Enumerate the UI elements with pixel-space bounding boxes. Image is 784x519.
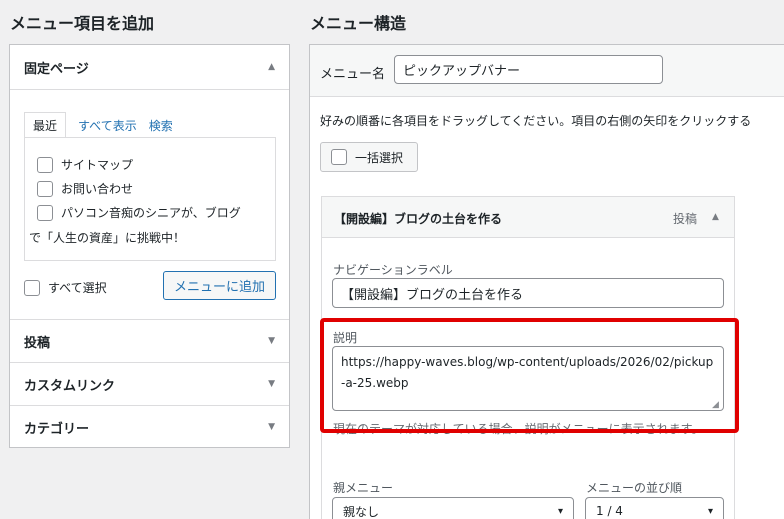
divider bbox=[10, 89, 289, 90]
expand-arrow-icon[interactable]: ▼ bbox=[268, 379, 275, 389]
menu-item-type: 投稿 bbox=[673, 212, 698, 226]
section-categories-title: カテゴリー bbox=[24, 421, 90, 437]
select-all-checkbox[interactable] bbox=[24, 279, 40, 296]
checkbox[interactable] bbox=[37, 204, 53, 221]
menu-structure-panel: メニュー名 ピックアップバナー 好みの順番に各項目をドラッグしてください。項目の… bbox=[309, 44, 784, 519]
list-item-continuation: で「人生の資産」に挑戦中！ bbox=[29, 231, 186, 245]
menu-order-caption: メニューの並び順 bbox=[586, 481, 683, 495]
instructions-text: 好みの順番に各項目をドラッグしてください。項目の右側の矢印をクリックする bbox=[320, 114, 752, 128]
tab-view-all[interactable]: すべて表示 bbox=[78, 117, 137, 138]
add-menu-items-heading: メニュー項目を追加 bbox=[10, 14, 155, 33]
list-item-label: お問い合わせ bbox=[61, 182, 134, 196]
menu-order-value: 1 / 4 bbox=[596, 504, 623, 518]
menu-name-input[interactable]: ピックアップバナー bbox=[394, 55, 663, 84]
menu-item-title: 【開設編】ブログの土台を作る bbox=[334, 212, 503, 226]
tab-search[interactable]: 検索 bbox=[149, 117, 173, 138]
menu-item-header[interactable]: 【開設編】ブログの土台を作る 投稿 ▲ bbox=[322, 197, 734, 238]
nav-label-caption: ナビゲーションラベル bbox=[333, 263, 453, 277]
add-to-menu-button[interactable]: メニューに追加 bbox=[163, 271, 276, 300]
bulk-select-button[interactable]: 一括選択 bbox=[320, 142, 418, 172]
expand-arrow-icon[interactable]: ▼ bbox=[268, 336, 275, 346]
tab-recent[interactable]: 最近 bbox=[24, 112, 67, 138]
list-item[interactable]: サイトマップ bbox=[37, 156, 133, 173]
list-item[interactable]: パソコン音痴のシニアが、ブログ bbox=[37, 204, 241, 221]
collapse-arrow-icon[interactable]: ▲ bbox=[712, 212, 719, 222]
parent-menu-value: 親なし bbox=[343, 504, 380, 519]
select-all-label: すべて選択 bbox=[48, 281, 107, 295]
fixed-pages-tabs: 最近 すべて表示 検索 bbox=[24, 112, 173, 138]
bulk-select-checkbox[interactable] bbox=[331, 149, 347, 165]
list-item-label: サイトマップ bbox=[61, 158, 134, 172]
bulk-select-label: 一括選択 bbox=[355, 150, 404, 165]
nav-label-input[interactable]: 【開設編】ブログの土台を作る bbox=[332, 278, 724, 308]
select-all[interactable]: すべて選択 bbox=[24, 279, 107, 296]
add-menu-items-panel: 固定ページ ▲ 最近 すべて表示 検索 サイトマップ お問い合わせ パソコン音痴… bbox=[9, 44, 290, 448]
menu-name-label: メニュー名 bbox=[320, 67, 386, 82]
collapse-arrow-icon[interactable]: ▲ bbox=[268, 62, 275, 72]
list-item[interactable]: お問い合わせ bbox=[37, 180, 133, 197]
expand-arrow-icon[interactable]: ▼ bbox=[268, 422, 275, 432]
section-custom-links-title: カスタムリンク bbox=[24, 378, 116, 394]
chevron-down-icon: ▾ bbox=[557, 505, 563, 517]
menu-order-select[interactable]: 1 / 4 ▾ bbox=[585, 497, 724, 519]
checkbox[interactable] bbox=[37, 180, 53, 197]
parent-menu-select[interactable]: 親なし ▾ bbox=[332, 497, 574, 519]
list-item-label: パソコン音痴のシニアが、ブログ bbox=[61, 206, 241, 220]
section-custom-links[interactable]: カスタムリンク ▼ bbox=[10, 363, 289, 405]
menu-structure-heading: メニュー構造 bbox=[310, 14, 407, 33]
parent-menu-caption: 親メニュー bbox=[333, 481, 394, 495]
section-categories[interactable]: カテゴリー ▼ bbox=[10, 406, 289, 448]
chevron-down-icon: ▾ bbox=[707, 505, 713, 517]
fixed-pages-title: 固定ページ bbox=[24, 61, 89, 77]
fixed-pages-header[interactable]: 固定ページ ▲ bbox=[10, 45, 289, 89]
checkbox[interactable] bbox=[37, 156, 53, 173]
section-posts[interactable]: 投稿 ▼ bbox=[10, 320, 289, 362]
section-posts-title: 投稿 bbox=[24, 335, 51, 351]
pages-checklist: サイトマップ お問い合わせ パソコン音痴のシニアが、ブログ で「人生の資産」に挑… bbox=[24, 137, 276, 261]
highlight-box bbox=[320, 318, 739, 433]
